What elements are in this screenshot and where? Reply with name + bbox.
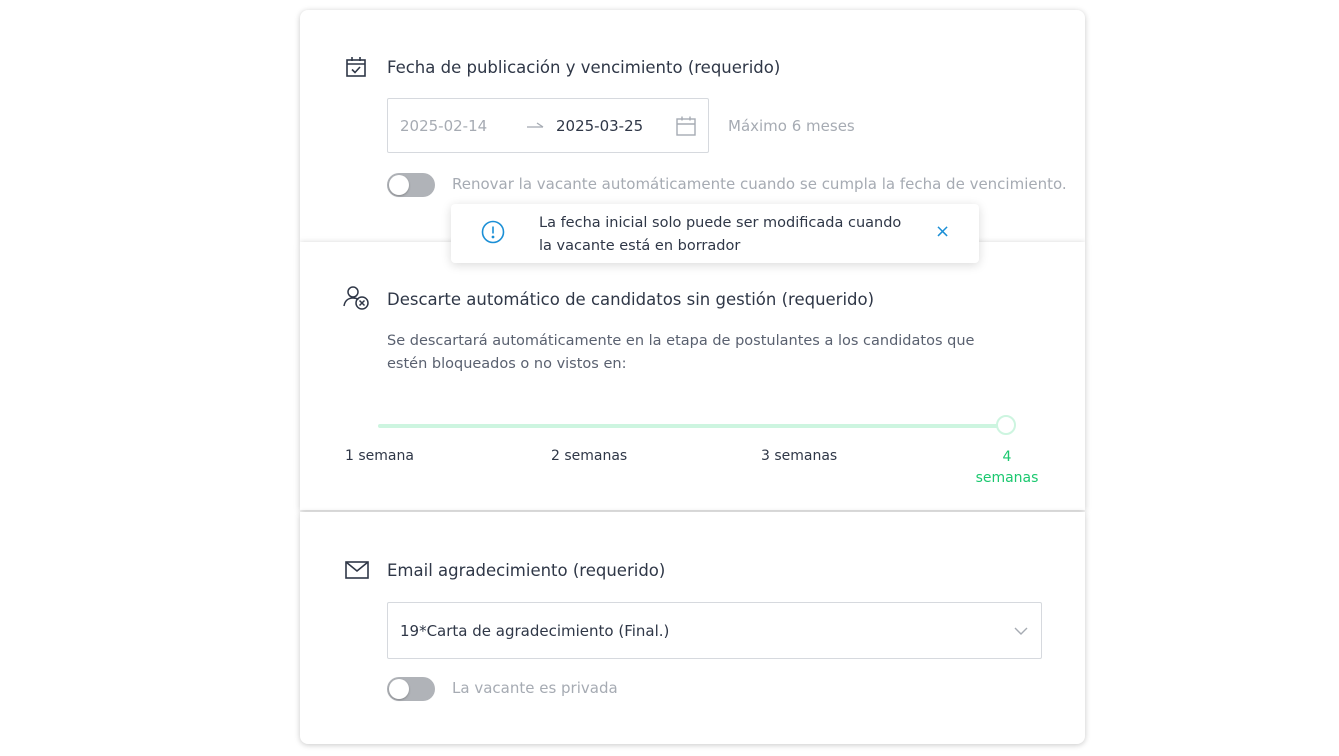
mail-icon bbox=[345, 561, 369, 583]
toggle-knob bbox=[389, 679, 409, 699]
date-range-picker[interactable]: 2025-02-14 2025-03-25 bbox=[387, 98, 709, 153]
thanks-email-select[interactable]: 19*Carta de agradecimiento (Final.) bbox=[387, 602, 1042, 659]
auto-discard-title: Descarte automático de candidatos sin ge… bbox=[387, 290, 875, 309]
thanks-email-title: Email agradecimiento (requerido) bbox=[387, 561, 666, 580]
auto-discard-card bbox=[300, 242, 1085, 510]
close-icon[interactable]: × bbox=[935, 221, 950, 242]
slider-mark-3[interactable]: 3 semanas bbox=[761, 448, 837, 464]
info-icon bbox=[481, 220, 505, 248]
start-date-input: 2025-02-14 bbox=[400, 117, 488, 135]
weeks-slider-thumb[interactable] bbox=[996, 415, 1016, 435]
renew-label: Renovar la vacante automáticamente cuand… bbox=[452, 175, 1067, 193]
date-range-arrow bbox=[526, 113, 544, 137]
private-label: La vacante es privada bbox=[452, 679, 618, 697]
start-date-tooltip: La fecha inicial solo puede ser modifica… bbox=[451, 204, 979, 263]
end-date-input[interactable]: 2025-03-25 bbox=[556, 117, 643, 135]
selected-template: 19*Carta de agradecimiento (Final.) bbox=[400, 622, 670, 640]
weeks-slider-track[interactable] bbox=[378, 424, 1008, 428]
slider-mark-2[interactable]: 2 semanas bbox=[551, 448, 627, 464]
calendar-icon[interactable] bbox=[676, 116, 696, 140]
auto-discard-description: Se descartará automáticamente en la etap… bbox=[387, 333, 975, 372]
chevron-down-icon bbox=[1013, 623, 1029, 643]
max-duration-note: Máximo 6 meses bbox=[728, 117, 855, 135]
calendar-check-icon bbox=[345, 56, 367, 82]
private-toggle[interactable] bbox=[387, 677, 435, 701]
slider-mark-4[interactable]: 4 semanas bbox=[972, 447, 1042, 489]
publication-title: Fecha de publicación y vencimiento (requ… bbox=[387, 58, 781, 77]
tooltip-message: La fecha inicial solo puede ser modifica… bbox=[539, 215, 902, 254]
renew-toggle[interactable] bbox=[387, 173, 435, 197]
slider-mark-1[interactable]: 1 semana bbox=[345, 448, 414, 464]
user-remove-icon bbox=[343, 285, 371, 315]
toggle-knob bbox=[389, 175, 409, 195]
